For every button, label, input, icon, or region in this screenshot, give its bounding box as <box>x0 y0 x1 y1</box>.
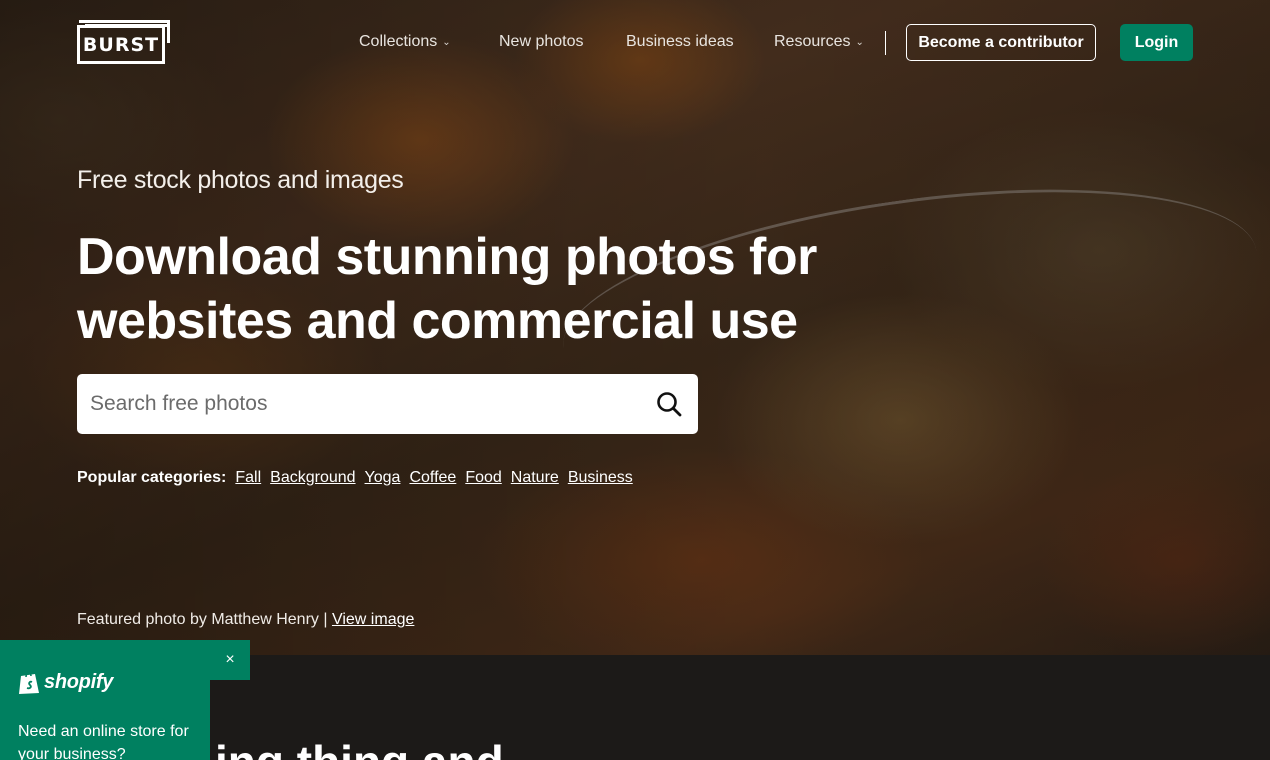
photo-credit: Featured photo by Matthew Henry | View i… <box>77 611 414 629</box>
section-heading: ing thing and <box>215 735 504 760</box>
nav-resources[interactable]: Resources ⌄ <box>774 33 864 51</box>
nav-collections-label: Collections <box>359 33 438 50</box>
nav-new-photos[interactable]: New photos <box>499 33 584 51</box>
search-bar <box>77 374 698 434</box>
category-link-nature[interactable]: Nature <box>511 469 559 487</box>
nav-business-ideas[interactable]: Business ideas <box>626 33 734 51</box>
nav-divider <box>885 31 886 55</box>
shopify-wordmark: shopify <box>44 671 114 693</box>
login-button[interactable]: Login <box>1120 24 1193 61</box>
nav-collections[interactable]: Collections ⌄ <box>359 33 451 51</box>
chevron-down-icon: ⌄ <box>855 36 864 48</box>
burst-logo[interactable]: BURST <box>77 20 170 64</box>
shopify-promo-text: Need an online store for your business? <box>18 723 189 760</box>
category-link-coffee[interactable]: Coffee <box>409 469 456 487</box>
shopify-logo: shopify <box>18 670 113 695</box>
nav-new-photos-label: New photos <box>499 33 584 50</box>
category-link-background[interactable]: Background <box>270 469 355 487</box>
logo-text: BURST <box>82 33 160 56</box>
category-link-food[interactable]: Food <box>465 469 501 487</box>
popular-categories-label: Popular categories: <box>77 469 227 486</box>
nav-resources-label: Resources <box>774 33 851 50</box>
category-link-yoga[interactable]: Yoga <box>365 469 401 487</box>
chevron-down-icon: ⌄ <box>442 36 451 48</box>
hero-subtitle: Free stock photos and images <box>77 166 404 194</box>
search-icon <box>657 392 682 417</box>
category-link-business[interactable]: Business <box>568 469 633 487</box>
popular-categories: Popular categories: Fall Background Yoga… <box>77 469 642 487</box>
close-icon[interactable]: × <box>210 640 250 680</box>
hero-headline: Download stunning photos for websites an… <box>77 228 817 350</box>
view-image-link[interactable]: View image <box>332 611 414 628</box>
category-link-fall[interactable]: Fall <box>235 469 261 487</box>
nav-business-ideas-label: Business ideas <box>626 33 734 50</box>
top-navigation: BURST Collections ⌄ New photos Business … <box>0 0 1270 88</box>
search-input[interactable] <box>77 374 640 434</box>
photo-credit-text: Featured photo by Matthew Henry | <box>77 611 328 628</box>
search-button[interactable] <box>640 374 698 434</box>
shopify-bag-icon <box>19 671 39 694</box>
become-contributor-button[interactable]: Become a contributor <box>906 24 1096 61</box>
